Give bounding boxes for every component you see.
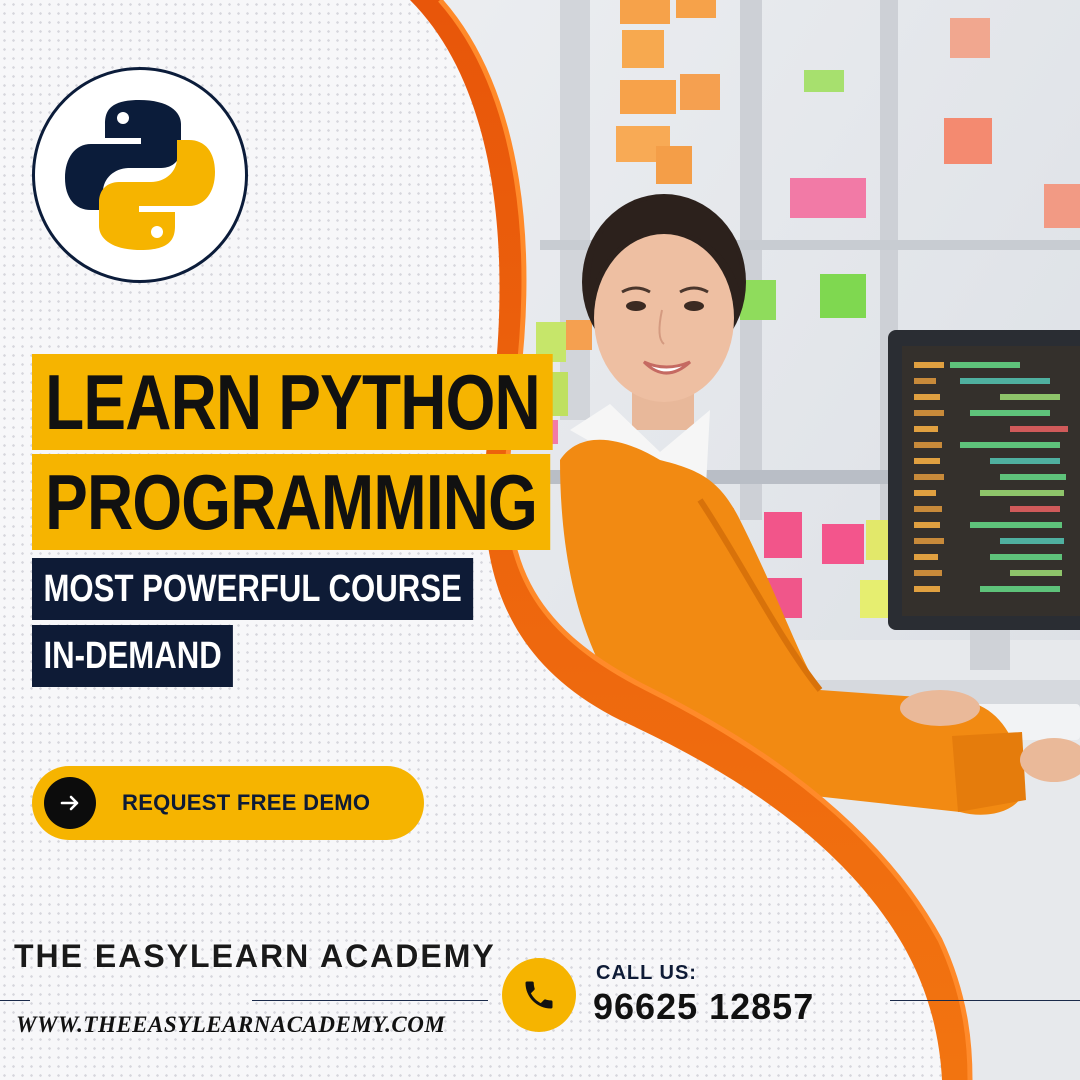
academy-name: THE EASYLEARN ACADEMY bbox=[14, 938, 496, 974]
python-logo-icon bbox=[65, 100, 215, 250]
headline-line-2: PROGRAMMING bbox=[32, 454, 551, 550]
divider-right bbox=[890, 1000, 1080, 1001]
subtitle-line-2: IN-DEMAND bbox=[32, 625, 234, 687]
request-demo-button[interactable]: REQUEST FREE DEMO bbox=[32, 766, 424, 840]
call-us-label: CALL US: bbox=[596, 962, 697, 984]
subtitle-line-1: MOST POWERFUL COURSE bbox=[32, 558, 474, 620]
phone-number[interactable]: 96625 12857 bbox=[593, 986, 814, 1028]
phone-icon[interactable] bbox=[502, 958, 576, 1032]
headline-line-1: LEARN PYTHON bbox=[32, 354, 553, 450]
divider-middle bbox=[252, 1000, 488, 1001]
divider-left bbox=[0, 1000, 30, 1001]
python-logo bbox=[32, 67, 248, 283]
request-demo-label: REQUEST FREE DEMO bbox=[122, 790, 371, 815]
arrow-right-icon bbox=[44, 777, 96, 829]
website-link[interactable]: WWW.THEEASYLEARNACADEMY.COM bbox=[16, 1012, 445, 1038]
